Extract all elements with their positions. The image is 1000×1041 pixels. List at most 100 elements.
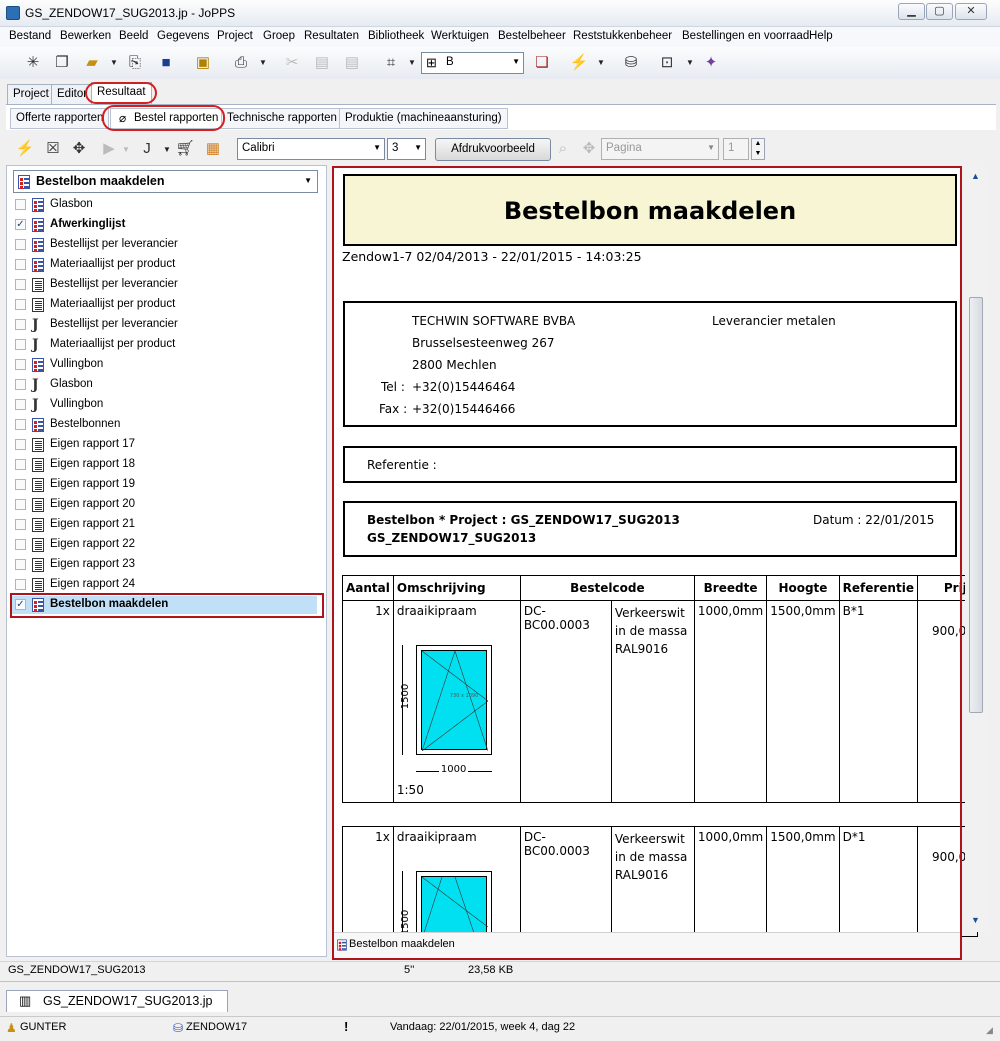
menu-bestelbeheer[interactable]: Bestelbeheer (498, 30, 566, 42)
report-checkbox[interactable] (15, 379, 26, 390)
menu-werktuigen[interactable]: Werktuigen (431, 30, 489, 42)
jopps-dropdown-icon[interactable]: ▼ (686, 58, 694, 67)
copy-icon[interactable]: ❐ (51, 52, 73, 74)
report-list-item[interactable]: ✓ Afwerkinglijst (11, 216, 317, 234)
report-list-item[interactable]: J Materiaallijst per product (11, 336, 317, 354)
tab-offerte-rapporten[interactable]: Offerte rapporten (10, 108, 110, 129)
database-help-icon[interactable]: ⛁ (620, 52, 642, 74)
menu-bestand[interactable]: Bestand (9, 30, 51, 42)
font-combo[interactable]: Calibri ▼ (237, 138, 385, 160)
group-combo[interactable]: ⊞ B ▼ (421, 52, 524, 74)
report-list-item[interactable]: Eigen rapport 20 (11, 496, 317, 514)
report-checkbox[interactable] (15, 339, 26, 350)
report-list-item[interactable]: J Glasbon (11, 376, 317, 394)
generate-icon[interactable]: ⚡ (14, 138, 36, 160)
save-icon[interactable]: ■ (155, 52, 177, 74)
report-list-item[interactable]: Eigen rapport 18 (11, 456, 317, 474)
report-list-item[interactable]: Eigen rapport 17 (11, 436, 317, 454)
report-checkbox[interactable] (15, 459, 26, 470)
report-list-item[interactable]: Bestelbonnen (11, 416, 317, 434)
tab-project[interactable]: Project (7, 84, 55, 104)
maximize-button[interactable]: ▢ (926, 3, 953, 20)
page-combo: Pagina ▼ (601, 138, 719, 160)
wand-icon[interactable]: ✦ (700, 52, 722, 74)
report-list-item[interactable]: Bestellijst per leverancier (11, 276, 317, 294)
report-checkbox[interactable] (15, 359, 26, 370)
report-list-item[interactable]: Eigen rapport 22 (11, 536, 317, 554)
report-checkbox[interactable] (15, 399, 26, 410)
tab-technische-rapporten[interactable]: Technische rapporten (221, 108, 343, 129)
page-spinner[interactable]: ▲ ▼ (751, 138, 765, 160)
size-combo[interactable]: 3 ▼ (387, 138, 426, 160)
report-checkbox[interactable]: ✓ (15, 219, 26, 230)
preview-vertical-scrollbar[interactable]: ▲ ▼ (965, 167, 987, 932)
report-checkbox[interactable] (15, 559, 26, 570)
open-dropdown-icon[interactable]: ▼ (110, 58, 118, 67)
report-list-item[interactable]: Materiaallijst per product (11, 256, 317, 274)
windows-icon[interactable]: ❏ (531, 52, 553, 74)
resize-grip-icon[interactable]: ◢ (986, 1025, 993, 1036)
lightning-icon[interactable]: ⚡ (568, 52, 590, 74)
menu-resultaten[interactable]: Resultaten (304, 30, 359, 42)
menu-reststukkenbeheer[interactable]: Reststukkenbeheer (573, 30, 672, 42)
report-list-item[interactable]: Bestellijst per leverancier (11, 236, 317, 254)
report-list-item[interactable]: J Bestellijst per leverancier (11, 316, 317, 334)
report-list-item[interactable]: Eigen rapport 24 (11, 576, 317, 594)
report-list-item[interactable]: Eigen rapport 19 (11, 476, 317, 494)
grid-dropdown-icon[interactable]: ▼ (408, 58, 416, 67)
report-checkbox[interactable] (15, 539, 26, 550)
scroll-up-icon[interactable]: ▲ (971, 171, 980, 181)
report-list-item[interactable]: Materiaallijst per product (11, 296, 317, 314)
delete-report-icon[interactable]: ☒ (42, 138, 64, 160)
jopps-report-dropdown-icon[interactable]: ▼ (163, 145, 171, 154)
jopps-report-icon[interactable]: J (136, 138, 158, 160)
report-checkbox[interactable] (15, 259, 26, 270)
fit-icon[interactable]: ✥ (68, 138, 90, 160)
report-list-item[interactable]: Glasbon (11, 196, 317, 214)
tab-produktie[interactable]: Produktie (machineaansturing) (339, 108, 508, 129)
cart-icon[interactable]: 🛒︎ (174, 138, 196, 160)
grid-icon[interactable]: ⌗ (380, 52, 402, 74)
report-checkbox[interactable] (15, 479, 26, 490)
file-tab[interactable]: ▥ GS_ZENDOW17_SUG2013.jp (6, 990, 228, 1012)
open-folder-icon[interactable]: ▰ (81, 52, 103, 74)
report-checkbox[interactable] (15, 419, 26, 430)
export-report-icon[interactable]: ▦ (202, 138, 224, 160)
print-preview-button[interactable]: Afdrukvoorbeeld (435, 138, 551, 161)
report-checkbox[interactable] (15, 299, 26, 310)
scroll-down-icon[interactable]: ▼ (971, 915, 980, 925)
print-dropdown-icon[interactable]: ▼ (259, 58, 267, 67)
menu-groep[interactable]: Groep (263, 30, 295, 42)
new-icon[interactable]: ✳ (22, 52, 44, 74)
report-checkbox[interactable] (15, 319, 26, 330)
report-checkbox[interactable] (15, 579, 26, 590)
report-list-item[interactable]: Eigen rapport 23 (11, 556, 317, 574)
menu-help[interactable]: Help (809, 30, 833, 42)
report-list-item[interactable]: Eigen rapport 21 (11, 516, 317, 534)
report-list-item[interactable]: J Vullingbon (11, 396, 317, 414)
report-list-dropdown[interactable]: Bestelbon maakdelen ▼ (13, 170, 318, 193)
scrollbar-thumb[interactable] (969, 297, 983, 713)
spin-down-icon[interactable]: ▼ (755, 150, 762, 157)
export-icon[interactable]: ⎘ (124, 52, 146, 74)
report-checkbox[interactable] (15, 499, 26, 510)
report-checkbox[interactable] (15, 239, 26, 250)
report-checkbox[interactable] (15, 519, 26, 530)
archive-icon[interactable]: ▣ (192, 52, 214, 74)
report-list-item[interactable]: Vullingbon (11, 356, 317, 374)
menu-bibliotheek[interactable]: Bibliotheek (368, 30, 424, 42)
menu-beeld[interactable]: Beeld (119, 30, 148, 42)
print-icon[interactable]: ⎙ (230, 52, 252, 74)
menu-bewerken[interactable]: Bewerken (60, 30, 111, 42)
menu-gegevens[interactable]: Gegevens (157, 30, 209, 42)
menu-project[interactable]: Project (217, 30, 253, 42)
lightning-dropdown-icon[interactable]: ▼ (597, 58, 605, 67)
report-checkbox[interactable] (15, 199, 26, 210)
menu-bestellingen[interactable]: Bestellingen en voorraad (682, 30, 809, 42)
report-checkbox[interactable] (15, 279, 26, 290)
minimize-button[interactable]: ▁ (898, 3, 925, 20)
spin-up-icon[interactable]: ▲ (755, 140, 762, 147)
report-checkbox[interactable] (15, 439, 26, 450)
jopps-icon[interactable]: ⊡ (656, 52, 678, 74)
close-button[interactable]: ✕ (955, 3, 987, 20)
